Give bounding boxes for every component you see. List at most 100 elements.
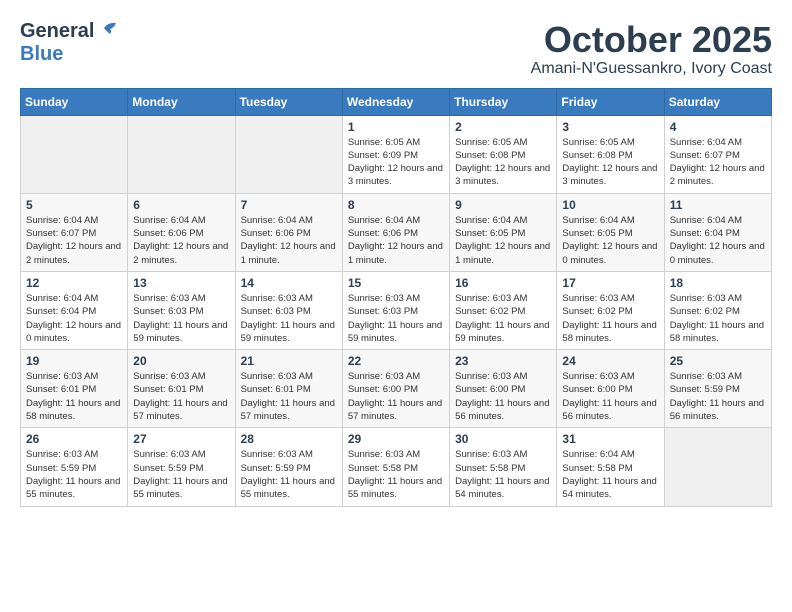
day-number: 21 [241, 354, 337, 368]
day-number: 2 [455, 120, 551, 134]
day-number: 27 [133, 432, 229, 446]
day-sun-info: Sunrise: 6:04 AMSunset: 6:05 PMDaylight:… [562, 214, 658, 267]
day-sun-info: Sunrise: 6:03 AMSunset: 6:01 PMDaylight:… [133, 370, 229, 423]
day-sun-info: Sunrise: 6:05 AMSunset: 6:08 PMDaylight:… [562, 136, 658, 189]
day-number: 1 [348, 120, 444, 134]
calendar-cell: 9Sunrise: 6:04 AMSunset: 6:05 PMDaylight… [450, 193, 557, 271]
calendar-cell: 30Sunrise: 6:03 AMSunset: 5:58 PMDayligh… [450, 428, 557, 506]
day-number: 6 [133, 198, 229, 212]
weekday-header-monday: Monday [128, 88, 235, 115]
day-sun-info: Sunrise: 6:03 AMSunset: 5:59 PMDaylight:… [241, 448, 337, 501]
calendar-table: SundayMondayTuesdayWednesdayThursdayFrid… [20, 88, 772, 507]
day-sun-info: Sunrise: 6:04 AMSunset: 6:06 PMDaylight:… [133, 214, 229, 267]
day-sun-info: Sunrise: 6:04 AMSunset: 6:07 PMDaylight:… [670, 136, 766, 189]
calendar-cell: 1 Sunrise: 6:05 AMSunset: 6:09 PMDaylight… [342, 115, 449, 193]
day-sun-info: Sunrise: 6:04 AMSunset: 6:05 PMDaylight:… [455, 214, 551, 267]
day-sun-info: Sunrise: 6:03 AMSunset: 6:02 PMDaylight:… [562, 292, 658, 345]
day-sun-info: Sunrise: 6:04 AMSunset: 6:04 PMDaylight:… [26, 292, 122, 345]
logo: General Blue [20, 20, 118, 66]
day-sun-info: Sunrise: 6:03 AMSunset: 5:59 PMDaylight:… [133, 448, 229, 501]
calendar-cell: 28 Sunrise: 6:03 AMSunset: 5:59 PMDayligh… [235, 428, 342, 506]
weekday-header-saturday: Saturday [664, 88, 771, 115]
day-sun-info: Sunrise: 6:05 AMSunset: 6:09 PMDaylight:… [348, 136, 444, 189]
calendar-cell: 23 Sunrise: 6:03 AMSunset: 6:00 PMDayligh… [450, 350, 557, 428]
calendar-cell: 24Sunrise: 6:03 AMSunset: 6:00 PMDayligh… [557, 350, 664, 428]
calendar-cell: 8 Sunrise: 6:04 AMSunset: 6:06 PMDaylight… [342, 193, 449, 271]
weekday-header-row: SundayMondayTuesdayWednesdayThursdayFrid… [21, 88, 772, 115]
day-sun-info: Sunrise: 6:04 AMSunset: 6:07 PMDaylight:… [26, 214, 122, 267]
weekday-header-sunday: Sunday [21, 88, 128, 115]
calendar-cell: 2 Sunrise: 6:05 AMSunset: 6:08 PMDaylight… [450, 115, 557, 193]
day-sun-info: Sunrise: 6:04 AMSunset: 6:06 PMDaylight:… [241, 214, 337, 267]
calendar-cell: 22Sunrise: 6:03 AMSunset: 6:00 PMDayligh… [342, 350, 449, 428]
day-number: 19 [26, 354, 122, 368]
day-sun-info: Sunrise: 6:04 AMSunset: 5:58 PMDaylight:… [562, 448, 658, 501]
calendar-cell [128, 115, 235, 193]
calendar-cell: 31 Sunrise: 6:04 AMSunset: 5:58 PMDayligh… [557, 428, 664, 506]
day-sun-info: Sunrise: 6:03 AMSunset: 5:58 PMDaylight:… [348, 448, 444, 501]
logo-general-text: General [20, 20, 94, 43]
calendar-cell [235, 115, 342, 193]
day-number: 20 [133, 354, 229, 368]
calendar-cell: 4 Sunrise: 6:04 AMSunset: 6:07 PMDaylight… [664, 115, 771, 193]
day-sun-info: Sunrise: 6:03 AMSunset: 5:58 PMDaylight:… [455, 448, 551, 501]
day-sun-info: Sunrise: 6:03 AMSunset: 6:00 PMDaylight:… [562, 370, 658, 423]
title-block: October 2025 Amani-N'Guessankro, Ivory C… [531, 20, 772, 78]
calendar-cell: 19Sunrise: 6:03 AMSunset: 6:01 PMDayligh… [21, 350, 128, 428]
day-sun-info: Sunrise: 6:03 AMSunset: 6:02 PMDaylight:… [670, 292, 766, 345]
calendar-cell: 21Sunrise: 6:03 AMSunset: 6:01 PMDayligh… [235, 350, 342, 428]
day-number: 17 [562, 276, 658, 290]
weekday-header-wednesday: Wednesday [342, 88, 449, 115]
calendar-cell: 12Sunrise: 6:04 AMSunset: 6:04 PMDayligh… [21, 271, 128, 349]
calendar-cell: 18 Sunrise: 6:03 AMSunset: 6:02 PMDayligh… [664, 271, 771, 349]
calendar-cell: 27 Sunrise: 6:03 AMSunset: 5:59 PMDayligh… [128, 428, 235, 506]
day-sun-info: Sunrise: 6:03 AMSunset: 5:59 PMDaylight:… [670, 370, 766, 423]
day-number: 8 [348, 198, 444, 212]
calendar-cell: 10 Sunrise: 6:04 AMSunset: 6:05 PMDayligh… [557, 193, 664, 271]
day-number: 4 [670, 120, 766, 134]
calendar-cell: 3 Sunrise: 6:05 AMSunset: 6:08 PMDaylight… [557, 115, 664, 193]
day-number: 14 [241, 276, 337, 290]
calendar-week-5: 26 Sunrise: 6:03 AMSunset: 5:59 PMDayligh… [21, 428, 772, 506]
day-sun-info: Sunrise: 6:03 AMSunset: 6:03 PMDaylight:… [133, 292, 229, 345]
calendar-cell: 25Sunrise: 6:03 AMSunset: 5:59 PMDayligh… [664, 350, 771, 428]
day-number: 16 [455, 276, 551, 290]
calendar-cell: 5Sunrise: 6:04 AMSunset: 6:07 PMDaylight… [21, 193, 128, 271]
day-number: 13 [133, 276, 229, 290]
day-sun-info: Sunrise: 6:04 AMSunset: 6:06 PMDaylight:… [348, 214, 444, 267]
logo-bird-icon [96, 20, 118, 43]
month-title: October 2025 [531, 20, 772, 60]
calendar-week-2: 5Sunrise: 6:04 AMSunset: 6:07 PMDaylight… [21, 193, 772, 271]
weekday-header-tuesday: Tuesday [235, 88, 342, 115]
calendar-cell: 29 Sunrise: 6:03 AMSunset: 5:58 PMDayligh… [342, 428, 449, 506]
day-number: 10 [562, 198, 658, 212]
calendar-cell [21, 115, 128, 193]
calendar-cell: 6 Sunrise: 6:04 AMSunset: 6:06 PMDaylight… [128, 193, 235, 271]
day-sun-info: Sunrise: 6:03 AMSunset: 6:02 PMDaylight:… [455, 292, 551, 345]
calendar-week-4: 19 Sunrise: 6:03 AMSunset: 6:01 PMDayligh… [21, 350, 772, 428]
day-number: 7 [241, 198, 337, 212]
day-number: 28 [241, 432, 337, 446]
calendar-cell: 17 Sunrise: 6:03 AMSunset: 6:02 PMDayligh… [557, 271, 664, 349]
calendar-cell: 15Sunrise: 6:03 AMSunset: 6:03 PMDayligh… [342, 271, 449, 349]
day-number: 3 [562, 120, 658, 134]
weekday-header-thursday: Thursday [450, 88, 557, 115]
calendar-cell: 26 Sunrise: 6:03 AMSunset: 5:59 PMDayligh… [21, 428, 128, 506]
day-number: 15 [348, 276, 444, 290]
day-number: 11 [670, 198, 766, 212]
day-number: 23 [455, 354, 551, 368]
calendar-cell: 14Sunrise: 6:03 AMSunset: 6:03 PMDayligh… [235, 271, 342, 349]
day-number: 18 [670, 276, 766, 290]
day-sun-info: Sunrise: 6:03 AMSunset: 6:00 PMDaylight:… [455, 370, 551, 423]
day-number: 31 [562, 432, 658, 446]
day-sun-info: Sunrise: 6:04 AMSunset: 6:04 PMDaylight:… [670, 214, 766, 267]
calendar-cell: 16 Sunrise: 6:03 AMSunset: 6:02 PMDayligh… [450, 271, 557, 349]
calendar-cell: 11 Sunrise: 6:04 AMSunset: 6:04 PMDayligh… [664, 193, 771, 271]
day-sun-info: Sunrise: 6:05 AMSunset: 6:08 PMDaylight:… [455, 136, 551, 189]
logo-blue-text: Blue [20, 43, 63, 66]
calendar-cell: 7 Sunrise: 6:04 AMSunset: 6:06 PMDaylight… [235, 193, 342, 271]
day-number: 26 [26, 432, 122, 446]
calendar-cell [664, 428, 771, 506]
day-sun-info: Sunrise: 6:03 AMSunset: 5:59 PMDaylight:… [26, 448, 122, 501]
day-number: 29 [348, 432, 444, 446]
